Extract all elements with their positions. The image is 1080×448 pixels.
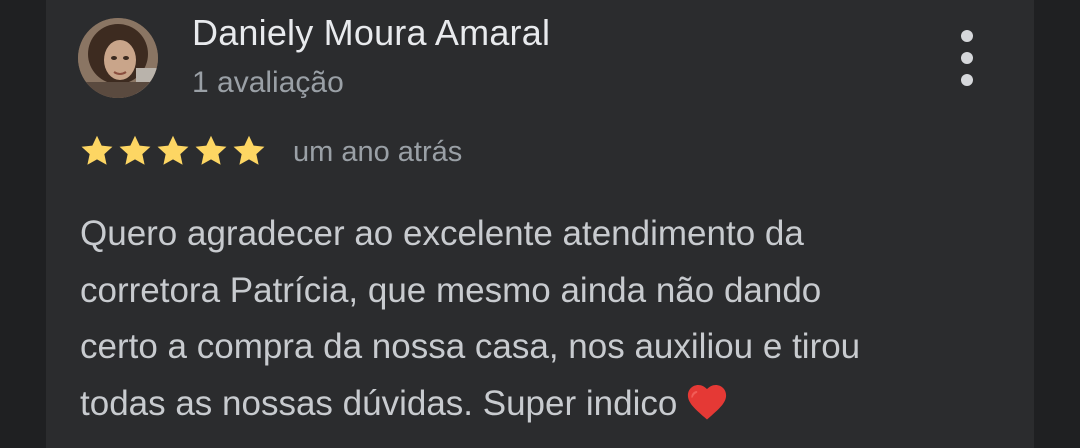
reviewer-name[interactable]: Daniely Moura Amaral <box>192 12 550 54</box>
star-icon <box>157 135 189 165</box>
star-icon <box>195 135 227 165</box>
more-options-button[interactable] <box>948 30 986 86</box>
review-text-line: Quero agradecer ao excelente atendimento… <box>80 214 804 253</box>
reviewer-avatar[interactable] <box>78 18 158 98</box>
more-vertical-icon <box>961 30 973 42</box>
star-rating <box>78 133 268 169</box>
star-icon <box>233 135 265 165</box>
review-timestamp: um ano atrás <box>293 136 463 168</box>
review-text-line: certo a compra da nossa casa, nos auxili… <box>80 327 861 366</box>
more-vertical-icon-dot <box>961 74 973 86</box>
star-icon <box>119 135 151 165</box>
more-vertical-icon-dot <box>961 52 973 64</box>
heart-icon <box>688 384 727 420</box>
review-text-line: corretora Patrícia, que mesmo ainda não … <box>80 270 822 310</box>
review-text-line-last: todas as nossas dúvidas. Super indico <box>80 376 980 433</box>
user-avatar-image <box>78 18 158 98</box>
review-text-line-content: todas as nossas dúvidas. Super indico <box>80 383 678 423</box>
star-icon <box>81 135 113 165</box>
review-count: 1 avaliação <box>192 66 344 99</box>
review-text: Quero agradecer ao excelente atendimento… <box>80 206 980 432</box>
